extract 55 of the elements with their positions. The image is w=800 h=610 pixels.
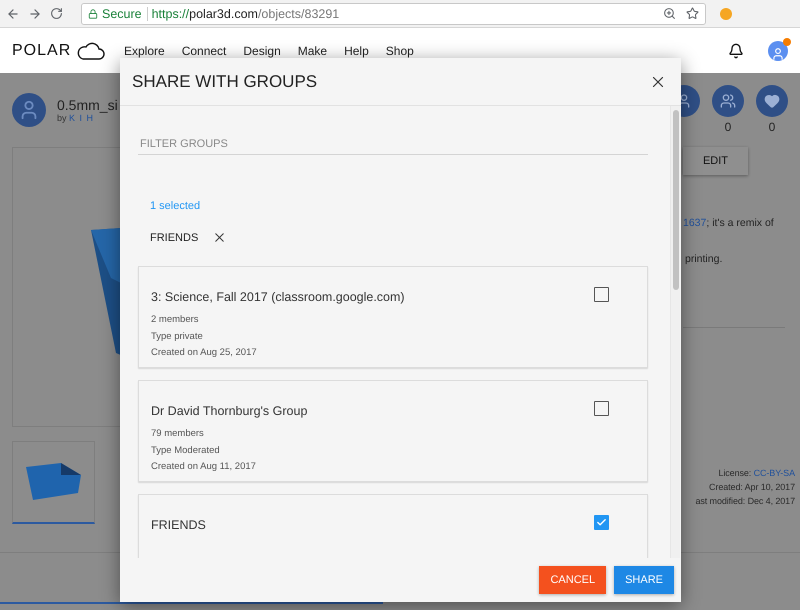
group-card[interactable]: FRIENDS [138,494,648,558]
created-date: Created: Apr 10, 2017 [709,482,795,492]
group-detail: 2 members [151,313,200,327]
group-name: Dr David Thornburg's Group [151,404,308,418]
nav-link[interactable]: Shop [386,44,414,58]
nav-link[interactable]: Help [344,44,369,58]
group-name: 3: Science, Fall 2017 (classroom.google.com) [151,290,405,304]
group-checkbox[interactable] [594,287,609,302]
group-card[interactable]: 3: Science, Fall 2017 (classroom.google.com) 2 members Type private Created on Aug 25, 2017 [138,266,648,368]
reload-icon[interactable] [50,7,63,20]
group-checkbox[interactable] [594,401,609,416]
selected-count: 1 selected [150,200,202,212]
zoom-icon[interactable] [663,7,676,20]
bell-icon[interactable] [728,42,744,58]
nav-link[interactable]: Design [243,44,281,58]
group-detail: 79 members [151,427,205,441]
star-icon[interactable] [686,7,699,20]
group-icon[interactable] [712,85,744,117]
lock-icon [88,8,98,18]
avatar-icon [12,92,46,126]
group-checkbox[interactable] [594,515,609,530]
address-bar[interactable]: Secure https://polar3d.com/objects/83291 [81,2,706,24]
back-icon[interactable] [6,6,20,20]
forward-icon[interactable] [28,6,42,20]
cloud-icon [77,42,106,60]
nav-link[interactable]: Make [298,44,328,58]
box-drawing [26,463,82,501]
thumbnail[interactable] [12,441,95,524]
dialog-title: SHARE WITH GROUPS [132,72,318,92]
group-detail: Created on Aug 25, 2017 [151,346,258,360]
filter-field[interactable]: FILTER GROUPS [138,126,648,155]
author-line: by K I H [57,112,94,122]
avatar-icon[interactable] [768,40,788,60]
group-detail: Created on Aug 11, 2017 [151,460,257,474]
group-detail: Type private [151,330,204,344]
modified-date: ast modified: Dec 4, 2017 [695,496,795,506]
like-count: 0 [768,120,776,134]
group-name: FRIENDS [151,518,206,532]
nav-link[interactable]: Explore [124,44,165,58]
group-detail: Type Moderated [151,444,221,458]
share-button[interactable]: SHARE [614,566,674,594]
nav-link[interactable]: Connect [182,44,226,58]
url-text: https://polar3d.com/objects/83291 [152,6,340,20]
check-icon [596,517,607,528]
description-text: printing. [685,253,724,265]
group-card[interactable]: Dr David Thornburg's Group 79 members Type Moderated Created on Aug 11, 2017 [138,380,648,482]
logo-text[interactable]: POLAR [12,42,72,60]
object-title: 0.5mm_si [57,96,118,112]
secure-label: Secure [102,6,148,20]
group-count: 0 [724,120,732,134]
edit-button[interactable]: EDIT [683,147,748,175]
description-text: 1637; it's a remix of [683,217,775,229]
selected-group-label: FRIENDS [150,232,198,244]
scrollbar[interactable] [670,106,680,558]
license-text: License: CC-BY-SA [718,468,795,478]
